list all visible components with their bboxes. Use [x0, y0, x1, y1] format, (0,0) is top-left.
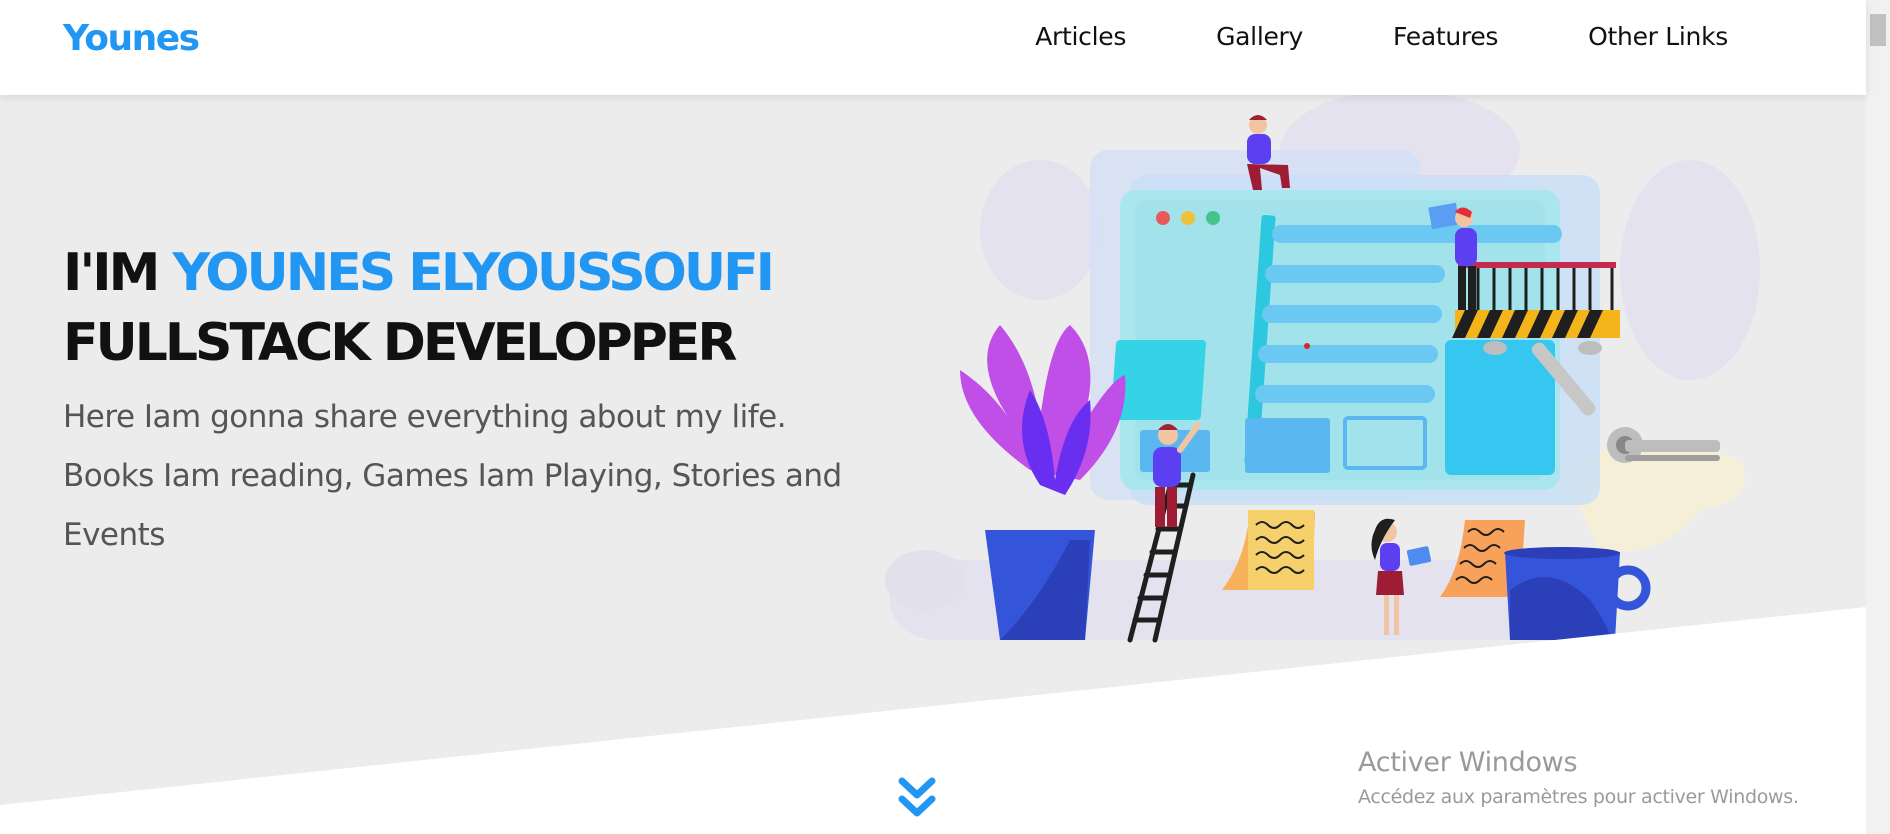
- landing-slant-divider: [0, 607, 1866, 834]
- nav-link-gallery[interactable]: Gallery: [1216, 22, 1303, 51]
- nav-link-features[interactable]: Features: [1393, 22, 1498, 51]
- landing-section: I'IM YOUNES ELYOUSSOUFI FULLSTACK DEVELO…: [0, 95, 1866, 834]
- windows-activation-watermark: Activer Windows Accédez aux paramètres p…: [1358, 747, 1799, 808]
- angle-double-down-icon[interactable]: [897, 775, 937, 821]
- watermark-title: Activer Windows: [1358, 747, 1578, 778]
- watermark-subtitle: Accédez aux paramètres pour activer Wind…: [1358, 786, 1799, 808]
- site-header: Younes Articles Gallery Features Other L…: [0, 0, 1866, 95]
- vertical-scrollbar[interactable]: [1866, 0, 1890, 834]
- nav-link-articles[interactable]: Articles: [1035, 22, 1126, 51]
- main-nav: Articles Gallery Features Other Links: [945, 22, 1728, 51]
- scrollbar-thumb[interactable]: [1870, 14, 1886, 46]
- nav-link-other-links[interactable]: Other Links: [1588, 22, 1728, 51]
- logo[interactable]: Younes: [63, 18, 200, 59]
